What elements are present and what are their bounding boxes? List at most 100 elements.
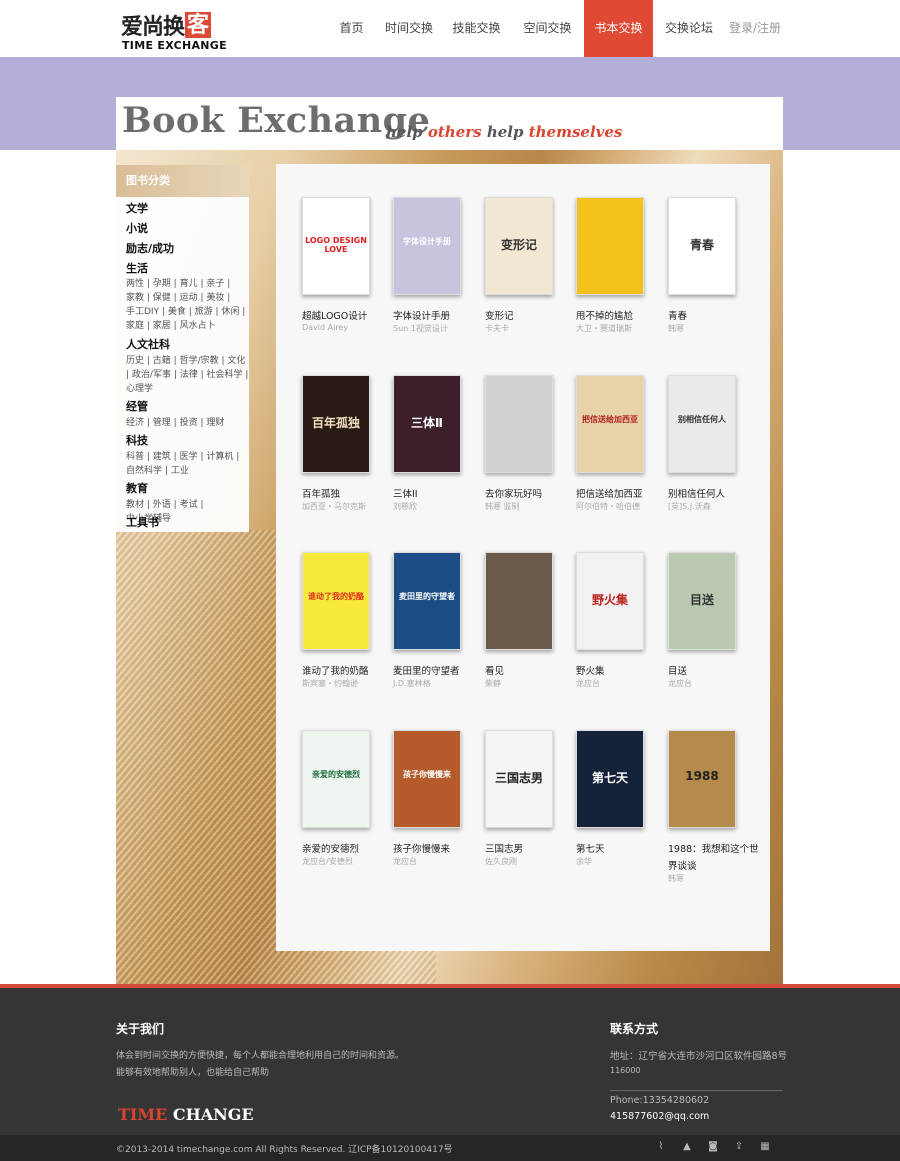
book-card[interactable]: 变形记 变形记 卡夫卡 bbox=[485, 197, 560, 347]
book-cover-image[interactable]: 麦田里的守望者 bbox=[393, 552, 461, 650]
category-inspiration[interactable]: 励志/成功 bbox=[126, 240, 174, 256]
subcategory-link[interactable]: 家庭 bbox=[126, 321, 144, 331]
subcategory-link[interactable]: 管理 bbox=[153, 418, 171, 428]
subcategory-link[interactable]: 运动 bbox=[180, 293, 198, 303]
nav-item-skill-exchange[interactable]: 技能交换 bbox=[442, 0, 511, 57]
subcategory-link[interactable]: 经济 bbox=[126, 418, 144, 428]
login-register-link[interactable]: 登录/注册 bbox=[729, 0, 781, 57]
book-cover-image[interactable]: 孩子你慢慢来 bbox=[393, 730, 461, 828]
book-cover-image[interactable] bbox=[485, 375, 553, 473]
logo[interactable]: 爱尚换客 TIME EXCHANGE bbox=[121, 10, 231, 54]
book-cover-image[interactable]: 别相信任何人 bbox=[668, 375, 736, 473]
subcategory-link[interactable]: 孕期 bbox=[153, 279, 171, 289]
subcategory-link[interactable]: 建筑 bbox=[153, 452, 171, 462]
category-life[interactable]: 生活 bbox=[126, 260, 148, 276]
nav-item-time-exchange[interactable]: 时间交换 bbox=[376, 0, 442, 57]
subcategory-link[interactable]: 美食 bbox=[168, 307, 186, 317]
subcategory-link[interactable]: 医学 bbox=[180, 452, 198, 462]
category-novel[interactable]: 小说 bbox=[126, 220, 148, 236]
category-reference[interactable]: 工具书 bbox=[126, 514, 159, 530]
book-cover-image[interactable]: 字体设计手册 bbox=[393, 197, 461, 295]
subcategory-link[interactable]: 教材 bbox=[126, 500, 144, 510]
category-technology[interactable]: 科技 bbox=[126, 432, 148, 448]
book-title[interactable]: 1988：我想和这个世界谈谈 bbox=[668, 841, 760, 875]
category-literature[interactable]: 文学 bbox=[126, 200, 148, 216]
subcategory-link[interactable]: 亲子 bbox=[206, 279, 224, 289]
book-cover-image[interactable]: 三国志男 bbox=[485, 730, 553, 828]
book-cover-image[interactable]: 目送 bbox=[668, 552, 736, 650]
share-icon[interactable]: ⇪ bbox=[733, 1141, 745, 1153]
book-card[interactable]: 甩不掉的尴尬 大卫・赛道瑞斯 bbox=[576, 197, 651, 347]
subcategory-link[interactable]: 外语 bbox=[153, 500, 171, 510]
book-cover-image[interactable]: 野火集 bbox=[576, 552, 644, 650]
book-card[interactable]: 1988 1988：我想和这个世界谈谈 韩寒 bbox=[668, 730, 759, 883]
subcategory-link[interactable]: 休闲 bbox=[221, 307, 239, 317]
subcategory-link[interactable]: 历史 bbox=[126, 356, 144, 366]
subcategory-link[interactable]: 旅游 bbox=[195, 307, 213, 317]
qrcode-icon[interactable]: ▦ bbox=[759, 1141, 771, 1153]
subcategory-link[interactable]: 考试 bbox=[180, 500, 198, 510]
subcategory-link[interactable]: 育儿 bbox=[180, 279, 198, 289]
subcategory-link[interactable]: 风水占卜 bbox=[180, 321, 216, 331]
subcategory-link[interactable]: 心理学 bbox=[126, 384, 153, 394]
subcategory-link[interactable]: 文化 bbox=[227, 356, 245, 366]
subcategory-link[interactable]: 保健 bbox=[153, 293, 171, 303]
subcategory-link[interactable]: 科普 bbox=[126, 452, 144, 462]
subcategory-link[interactable]: 工业 bbox=[171, 466, 189, 476]
book-card[interactable]: 把信送给加西亚 把信送给加西亚 阿尔伯特・哈伯德 bbox=[576, 375, 651, 525]
book-card[interactable]: 青春 青春 韩寒 bbox=[668, 197, 743, 347]
subcategory-link[interactable]: 哲学/宗教 bbox=[180, 356, 219, 366]
book-cover-image[interactable]: 变形记 bbox=[485, 197, 553, 295]
subcategory-link[interactable]: 社会科学 bbox=[207, 370, 243, 380]
book-cover-image[interactable]: 亲爱的安德烈 bbox=[302, 730, 370, 828]
book-card[interactable]: 目送 目送 龙应台 bbox=[668, 552, 743, 702]
subcategory-link[interactable]: 政治/军事 bbox=[132, 370, 171, 380]
subcategory-link[interactable]: 两性 bbox=[126, 279, 144, 289]
category-education[interactable]: 教育 bbox=[126, 480, 148, 496]
book-card[interactable]: 麦田里的守望者 麦田里的守望者 J.D.塞林格 bbox=[393, 552, 468, 702]
book-card[interactable]: 第七天 第七天 余华 bbox=[576, 730, 651, 880]
nav-item-forum[interactable]: 交换论坛 bbox=[653, 0, 725, 57]
book-cover-image[interactable] bbox=[576, 197, 644, 295]
book-cover-image[interactable]: LOGO DESIGN LOVE bbox=[302, 197, 370, 295]
book-card[interactable]: 别相信任何人 别相信任何人 [英]S.J.沃森 bbox=[668, 375, 743, 525]
book-card[interactable]: 三体Ⅱ 三体II 刘慈欣 bbox=[393, 375, 468, 525]
book-card[interactable]: 百年孤独 百年孤独 加西亚・马尔克斯 bbox=[302, 375, 377, 525]
book-cover-image[interactable]: 谁动了我的奶酪 bbox=[302, 552, 370, 650]
book-cover-image[interactable]: 第七天 bbox=[576, 730, 644, 828]
rss-icon[interactable]: ⌇ bbox=[655, 1141, 667, 1153]
nav-item-home[interactable]: 首页 bbox=[327, 0, 376, 57]
subcategory-link[interactable]: 计算机 bbox=[206, 452, 233, 462]
book-card[interactable]: LOGO DESIGN LOVE 超越LOGO设计 David Airey bbox=[302, 197, 377, 347]
subcategory-link[interactable]: 法律 bbox=[180, 370, 198, 380]
book-card[interactable]: 三国志男 三国志男 佐久良刚 bbox=[485, 730, 560, 880]
book-card[interactable]: 去你家玩好吗 韩寒 监制 bbox=[485, 375, 560, 525]
nav-item-space-exchange[interactable]: 空间交换 bbox=[511, 0, 584, 57]
subcategory-link[interactable]: 古籍 bbox=[153, 356, 171, 366]
instagram-icon[interactable]: ◙ bbox=[707, 1141, 719, 1153]
category-humanities[interactable]: 人文社科 bbox=[126, 336, 170, 352]
book-cover-image[interactable]: 三体Ⅱ bbox=[393, 375, 461, 473]
tent-icon[interactable]: ▲ bbox=[681, 1141, 693, 1153]
book-cover-image[interactable]: 1988 bbox=[668, 730, 736, 828]
subcategory-link[interactable]: 自然科学 bbox=[126, 466, 162, 476]
category-economics[interactable]: 经管 bbox=[126, 398, 148, 414]
book-card[interactable]: 字体设计手册 字体设计手册 Sun 1视觉设计 bbox=[393, 197, 468, 347]
book-cover-image[interactable] bbox=[485, 552, 553, 650]
book-cover-image[interactable]: 把信送给加西亚 bbox=[576, 375, 644, 473]
nav-item-book-exchange[interactable]: 书本交换 bbox=[584, 0, 653, 57]
book-card[interactable]: 亲爱的安德烈 亲爱的安德烈 龙应台/安德烈 bbox=[302, 730, 377, 880]
subcategory-link[interactable]: 美妆 bbox=[206, 293, 224, 303]
subcategory-link[interactable]: 手工DIY bbox=[126, 307, 159, 317]
book-card[interactable]: 孩子你慢慢来 孩子你慢慢来 龙应台 bbox=[393, 730, 468, 880]
subcategory-link[interactable]: 投资 bbox=[180, 418, 198, 428]
book-card[interactable]: 谁动了我的奶酪 谁动了我的奶酪 斯宾塞・约翰逊 bbox=[302, 552, 377, 702]
book-cover-image[interactable]: 百年孤独 bbox=[302, 375, 370, 473]
book-card[interactable]: 野火集 野火集 龙应台 bbox=[576, 552, 651, 702]
contact-email[interactable]: 415877602@qq.com bbox=[610, 1108, 709, 1125]
book-card[interactable]: 看见 柴静 bbox=[485, 552, 560, 702]
subcategory-link[interactable]: 理财 bbox=[206, 418, 224, 428]
book-cover-image[interactable]: 青春 bbox=[668, 197, 736, 295]
subcategory-link[interactable]: 家居 bbox=[153, 321, 171, 331]
subcategory-link[interactable]: 家教 bbox=[126, 293, 144, 303]
